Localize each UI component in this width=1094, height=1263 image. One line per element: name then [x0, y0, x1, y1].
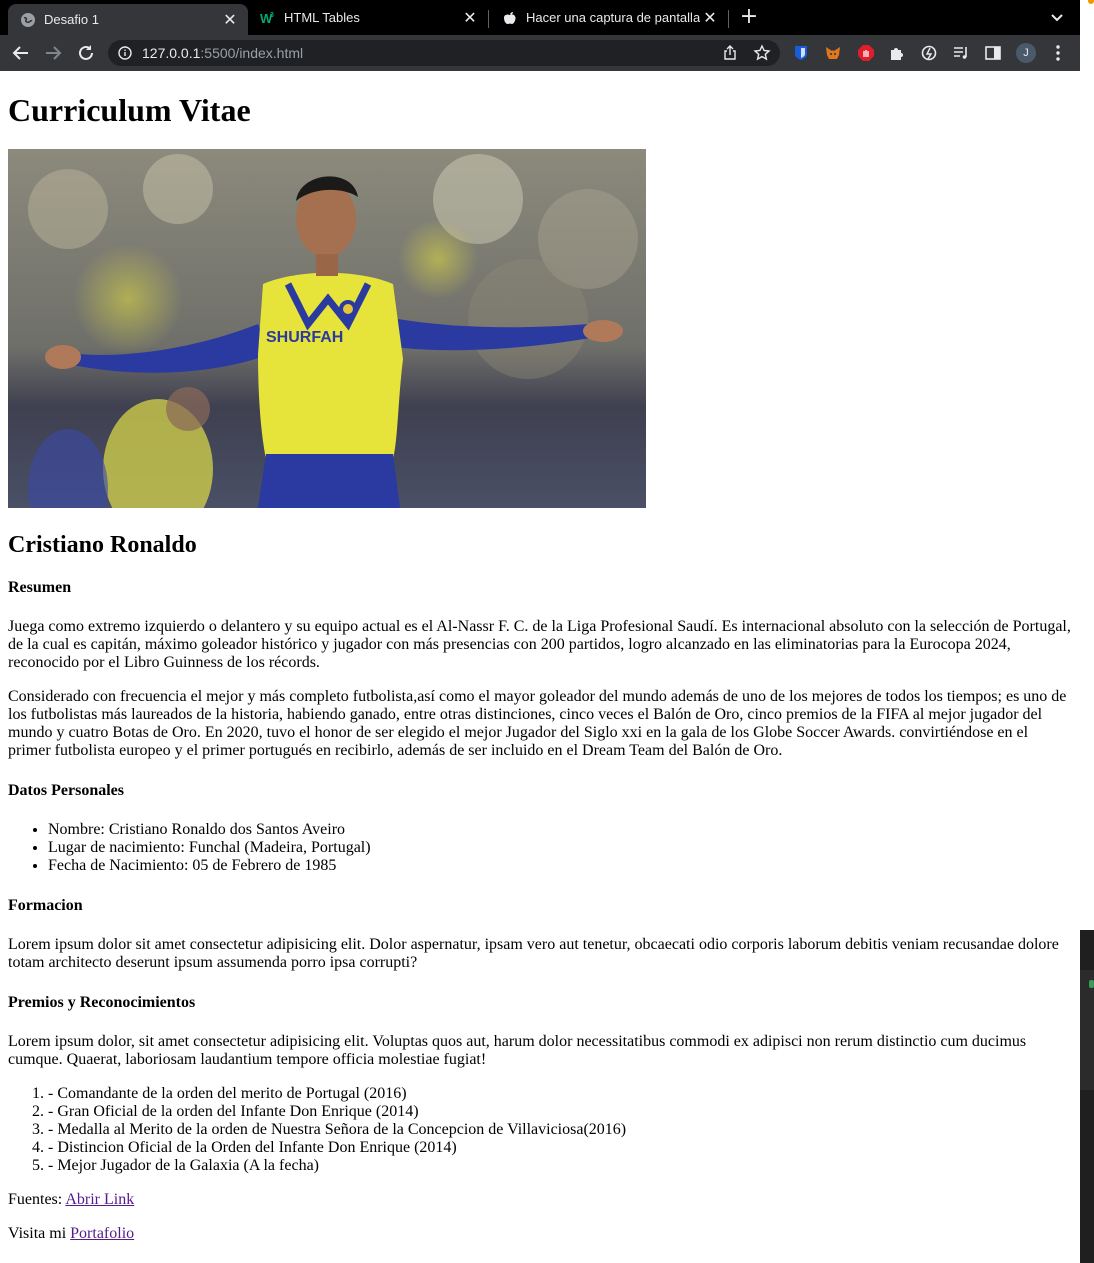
page-title: Curriculum Vitae	[8, 92, 251, 128]
notification-dot	[1088, 0, 1094, 4]
bookmark-star-icon[interactable]	[753, 44, 771, 62]
list-item: - Medalla al Merito de la orden de Nuest…	[48, 1121, 1074, 1139]
personal-data-heading: Datos Personales	[8, 782, 124, 799]
sources-line: Fuentes: Abrir Link	[8, 1191, 1074, 1209]
tab-close-icon[interactable]: ✕	[700, 8, 720, 28]
page-content: Curriculum Vitae SHURFAH Cristiano Ronal…	[8, 71, 1074, 1259]
list-item: Fecha de Nacimiento: 05 de Febrero de 19…	[48, 857, 1074, 875]
summary-heading: Resumen	[8, 579, 72, 596]
w3schools-icon: W3	[260, 10, 276, 26]
portfolio-line: Visita mi Portafolio	[8, 1225, 1074, 1243]
sources-link[interactable]: Abrir Link	[65, 1191, 134, 1208]
summary-paragraph-1: Juega como extremo izquierdo o delantero…	[8, 618, 1071, 671]
side-panel-icon[interactable]	[984, 44, 1002, 62]
forward-button[interactable]	[43, 43, 63, 63]
tab-separator	[728, 10, 729, 28]
reload-button[interactable]	[76, 43, 96, 63]
list-item: - Distincion Oficial de la Orden del Inf…	[48, 1139, 1074, 1157]
url-host: 127.0.0.1	[142, 45, 201, 61]
address-bar[interactable]: 127.0.0.1:5500/index.html	[108, 40, 780, 66]
tab-title: Desafio 1	[44, 12, 99, 27]
browser-toolbar: 127.0.0.1:5500/index.html J	[0, 35, 1080, 71]
list-item: Lugar de nacimiento: Funchal (Madeira, P…	[48, 839, 1074, 857]
list-item: - Mejor Jugador de la Galaxia (A la fech…	[48, 1157, 1074, 1175]
awards-paragraph: Lorem ipsum dolor, sit amet consectetur …	[8, 1033, 1027, 1068]
extensions-puzzle-icon[interactable]	[888, 44, 906, 62]
tab-title: HTML Tables	[284, 10, 360, 25]
sync-extension-icon[interactable]	[920, 44, 938, 62]
tab-close-icon[interactable]: ✕	[460, 8, 480, 28]
metamask-extension-icon[interactable]	[824, 44, 842, 62]
tab-desafio-1[interactable]: Desafio 1 ✕	[8, 4, 248, 35]
web-globe-icon	[20, 12, 36, 28]
person-name: Cristiano Ronaldo	[8, 532, 197, 558]
adblock-extension-icon[interactable]	[857, 44, 875, 62]
tab-html-tables[interactable]: W3 HTML Tables ✕	[248, 0, 488, 35]
tab-title: Hacer una captura de pantalla	[526, 10, 700, 25]
list-item: - Comandante de la orden del merito de P…	[48, 1085, 1074, 1103]
share-icon[interactable]	[722, 45, 738, 61]
back-button[interactable]	[11, 43, 31, 63]
overlapping-window-edge	[1080, 930, 1094, 1263]
awards-list: - Comandante de la orden del merito de P…	[8, 1085, 1074, 1175]
bitwarden-extension-icon[interactable]	[792, 44, 810, 62]
tab-close-icon[interactable]: ✕	[220, 10, 240, 30]
education-paragraph: Lorem ipsum dolor sit amet consectetur a…	[8, 936, 1059, 971]
reading-list-icon[interactable]	[952, 44, 970, 62]
visit-label: Visita mi	[8, 1225, 71, 1242]
tab-captura[interactable]: Hacer una captura de pantalla ✕	[490, 0, 728, 35]
tab-strip: Desafio 1 ✕ W3 HTML Tables ✕ Hacer una c…	[0, 0, 1080, 35]
url-path: :5500/index.html	[200, 45, 304, 61]
browser-menu-icon[interactable]	[1050, 44, 1066, 62]
url-text[interactable]: 127.0.0.1:5500/index.html	[142, 45, 303, 61]
profile-photo: SHURFAH	[8, 149, 646, 508]
profile-avatar[interactable]: J	[1016, 43, 1036, 63]
education-heading: Formacion	[8, 897, 83, 914]
svg-text:3: 3	[270, 12, 274, 19]
list-item: Nombre: Cristiano Ronaldo dos Santos Ave…	[48, 821, 1074, 839]
tab-separator	[488, 10, 489, 28]
site-info-icon[interactable]	[118, 46, 132, 60]
apple-icon	[502, 10, 518, 26]
tab-search-chevron-icon[interactable]	[1048, 8, 1066, 26]
new-tab-button[interactable]: +	[738, 6, 760, 28]
sources-label: Fuentes:	[8, 1191, 66, 1208]
jersey-sponsor-logo: SHURFAH	[266, 329, 343, 346]
portfolio-link[interactable]: Portafolio	[70, 1225, 134, 1242]
summary-paragraph-2: Considerado con frecuencia el mejor y má…	[8, 688, 1067, 759]
personal-data-list: Nombre: Cristiano Ronaldo dos Santos Ave…	[8, 821, 1074, 875]
awards-heading: Premios y Reconocimientos	[8, 994, 196, 1011]
list-item: - Gran Oficial de la orden del Infante D…	[48, 1103, 1074, 1121]
